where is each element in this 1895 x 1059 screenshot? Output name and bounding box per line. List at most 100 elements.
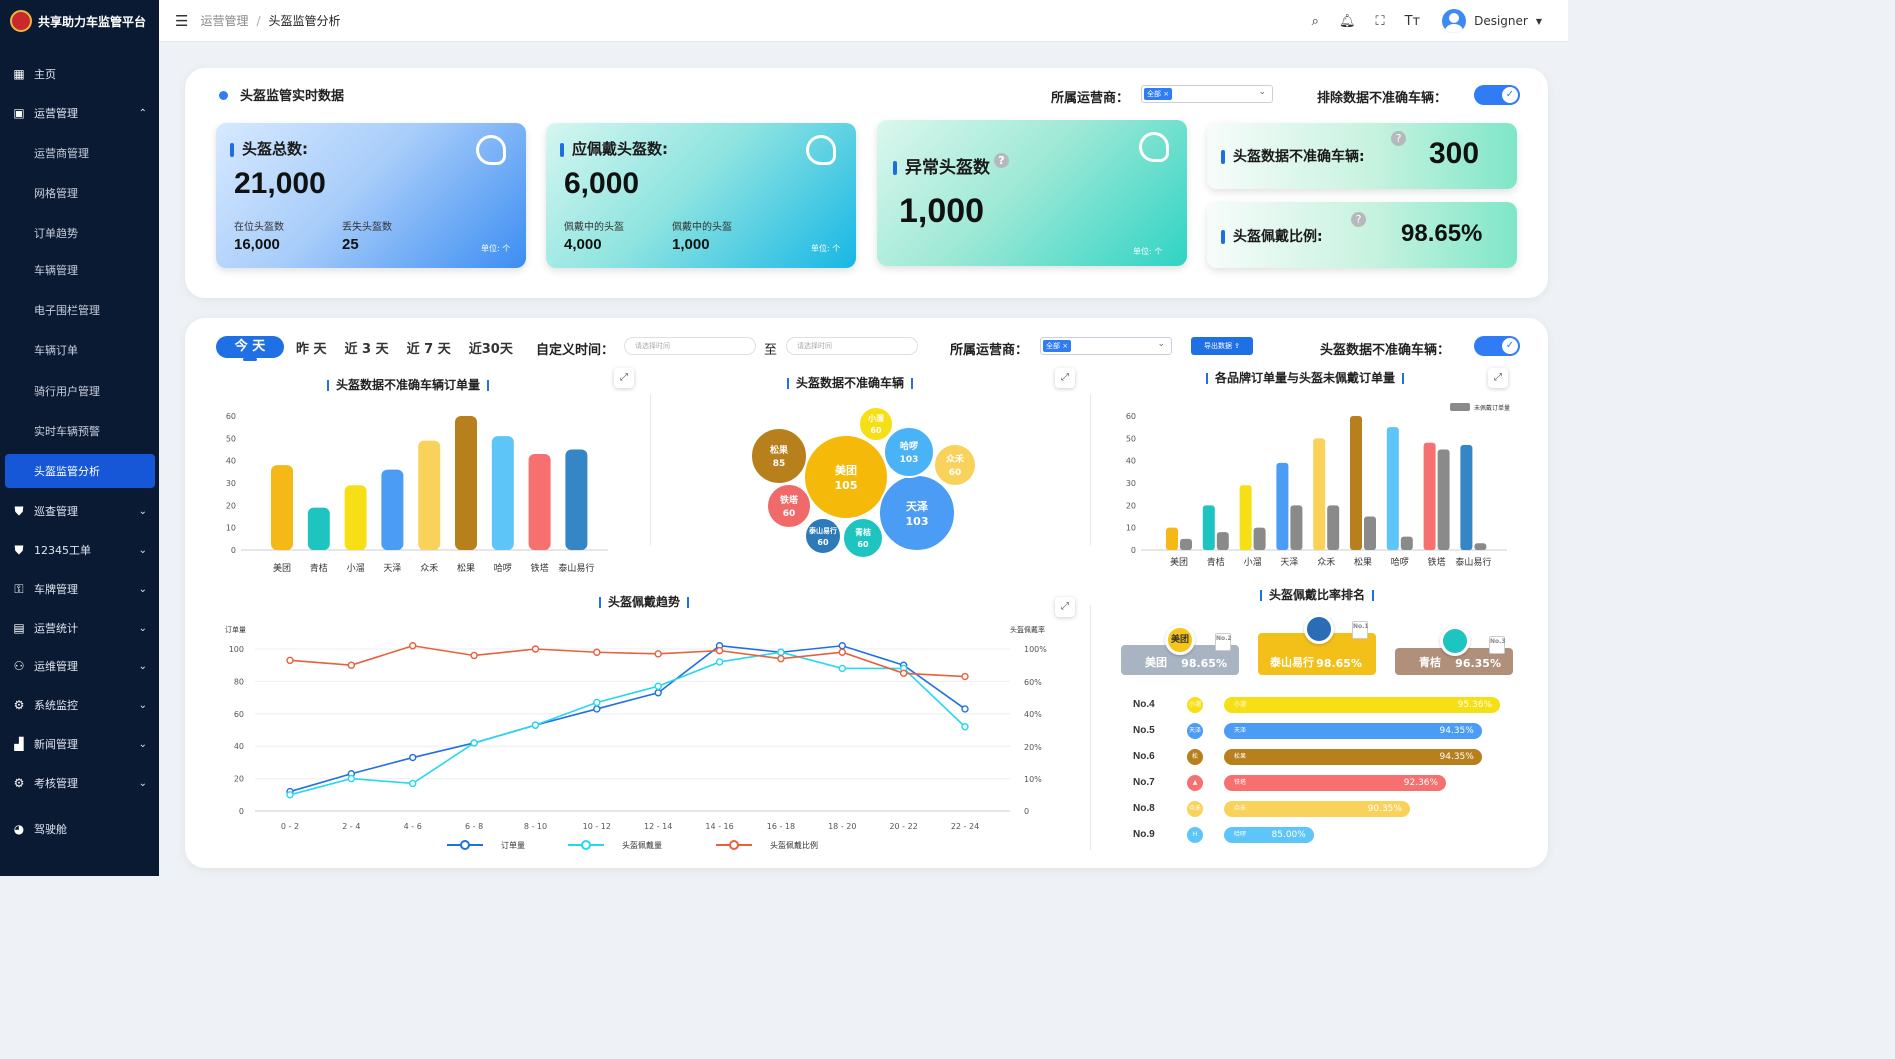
bubble-label: 松果 <box>770 444 789 456</box>
series-point <box>715 658 724 666</box>
series-point <box>654 682 662 690</box>
brand-icon: 松 <box>1187 749 1203 765</box>
x-tick: 众禾 <box>1317 557 1335 568</box>
series-point <box>961 723 969 731</box>
rank-bar[interactable]: 天泽 94.35% <box>1224 723 1482 739</box>
legend-label: 订单量 <box>501 840 525 850</box>
rank-bar[interactable]: 哈啰 85.00% <box>1224 827 1314 843</box>
series-point <box>838 642 846 650</box>
x-tick: 16 - 18 <box>767 822 795 831</box>
bar-unworn <box>1437 449 1450 550</box>
series-point <box>347 774 356 783</box>
bubble <box>766 483 812 529</box>
brand-icon: H <box>1187 827 1203 843</box>
series-point <box>409 753 417 762</box>
bar-unworn <box>1180 538 1192 550</box>
y-tick: 40 <box>234 742 244 751</box>
brand-icon: 众禾 <box>1187 801 1203 817</box>
rank-bar[interactable]: 松果 94.35% <box>1224 749 1482 765</box>
brand-logo-icon: 美团 <box>1165 625 1195 655</box>
y-tick: 80 <box>234 677 244 686</box>
bar-unworn <box>1253 527 1266 550</box>
bar <box>1313 438 1326 550</box>
rank-name: 铁塔 <box>1234 779 1247 786</box>
rank-value: 92.36% <box>1403 778 1439 788</box>
series-point <box>470 739 478 747</box>
bar <box>1202 505 1215 550</box>
rank-name: 天泽 <box>1234 727 1247 734</box>
y-axis-label-left: 订单量 <box>225 625 246 634</box>
bar-unworn <box>1290 505 1303 550</box>
rank-bar[interactable]: 铁塔 92.36% <box>1224 775 1447 791</box>
x-tick: 2 - 4 <box>342 822 360 831</box>
bar <box>565 449 588 550</box>
series-point <box>961 672 969 681</box>
brand-icon: ▲ <box>1187 775 1203 791</box>
y-tick: 30 <box>1126 479 1136 488</box>
y-tick: 40 <box>226 457 236 466</box>
y-tick: 30 <box>226 479 236 488</box>
bubble-label: 小溜 <box>867 413 884 423</box>
y-tick: 20 <box>234 775 244 784</box>
bar <box>1423 442 1436 550</box>
series-point <box>286 656 294 665</box>
x-tick: 美团 <box>1170 556 1188 568</box>
series-point <box>899 669 908 677</box>
y-tick: 50 <box>226 434 236 443</box>
podium-name: 泰山易行 <box>1270 656 1314 669</box>
x-tick: 小溜 <box>347 562 365 574</box>
x-tick: 10 - 12 <box>583 822 611 831</box>
y-tick: 10 <box>226 524 236 533</box>
rank-bar[interactable]: 小溜 95.36% <box>1224 697 1500 713</box>
series-point <box>470 651 478 660</box>
podium-value: 96.35% <box>1455 657 1501 670</box>
bar <box>418 440 441 550</box>
series-point <box>654 650 662 658</box>
rank-name: 小溜 <box>1234 701 1247 708</box>
series-point <box>777 648 785 656</box>
x-tick: 铁塔 <box>531 562 549 574</box>
series-line <box>289 651 966 796</box>
y-tick-right: 40% <box>1024 710 1042 719</box>
bar-unworn <box>1400 536 1413 550</box>
rank-number: No.7 <box>1133 777 1155 788</box>
y-tick-right: 0 <box>1024 807 1029 816</box>
x-tick: 美团 <box>273 562 291 574</box>
podium-value: 98.65% <box>1181 657 1227 670</box>
rank-number: No.5 <box>1133 725 1155 736</box>
y-tick: 40 <box>1126 457 1136 466</box>
bubble <box>858 406 894 442</box>
x-tick: 14 - 16 <box>705 822 733 831</box>
bubble <box>883 426 935 478</box>
series-point <box>286 791 294 799</box>
bar <box>307 507 330 550</box>
y-tick-right: 100% <box>1024 645 1047 654</box>
bar <box>1239 485 1252 550</box>
series-point <box>347 661 356 669</box>
y-axis-label-right: 头盔佩戴率 <box>1010 625 1045 634</box>
y-tick: 10 <box>1126 524 1136 533</box>
series-point <box>654 689 662 697</box>
bar <box>344 485 367 550</box>
series-point <box>961 705 969 713</box>
bar <box>1276 462 1289 550</box>
series-point <box>531 645 540 653</box>
series-line <box>289 644 966 678</box>
x-tick: 松果 <box>1354 556 1372 568</box>
bar-unworn <box>1216 532 1229 550</box>
rank-value: 90.35% <box>1367 804 1402 814</box>
bubble-value: 60 <box>857 540 869 549</box>
series-point <box>593 705 601 713</box>
rank-name: 松果 <box>1234 753 1247 760</box>
legend-marker <box>729 840 739 850</box>
bubble <box>842 517 884 559</box>
podium-name: 美团 <box>1145 656 1167 669</box>
y-tick: 0 <box>239 807 244 816</box>
y-tick: 20 <box>1126 501 1136 510</box>
rank-badge-icon: No.2 <box>1215 633 1232 651</box>
y-tick-right: 20% <box>1024 743 1042 752</box>
y-tick-right: 10% <box>1024 775 1042 784</box>
y-tick-right: 60% <box>1024 678 1042 687</box>
rank-bar[interactable]: 众禾 90.35% <box>1224 801 1410 817</box>
x-tick: 小溜 <box>1244 556 1262 568</box>
